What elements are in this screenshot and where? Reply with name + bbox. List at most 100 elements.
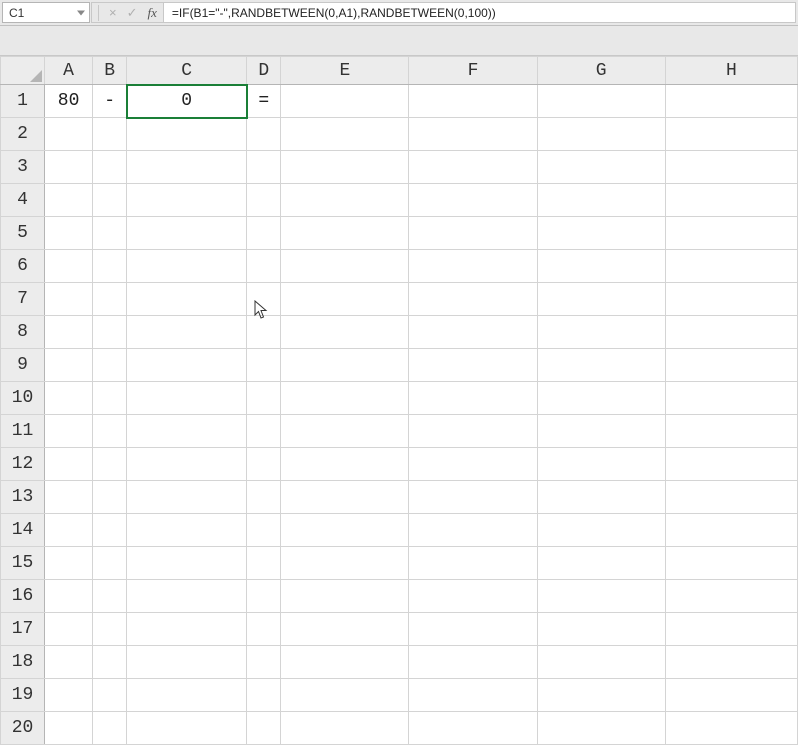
cell-G18[interactable] [537,646,665,679]
cell-G17[interactable] [537,613,665,646]
cell-F14[interactable] [409,514,537,547]
cell-H18[interactable] [665,646,797,679]
column-header-H[interactable]: H [665,57,797,85]
cell-G16[interactable] [537,580,665,613]
cell-E13[interactable] [281,481,409,514]
cell-A13[interactable] [45,481,93,514]
cell-H1[interactable] [665,85,797,118]
cell-B18[interactable] [93,646,127,679]
cell-B2[interactable] [93,118,127,151]
cell-H6[interactable] [665,250,797,283]
cell-G19[interactable] [537,679,665,712]
cell-A20[interactable] [45,712,93,745]
cell-E14[interactable] [281,514,409,547]
cell-E17[interactable] [281,613,409,646]
cell-H16[interactable] [665,580,797,613]
cell-B7[interactable] [93,283,127,316]
column-header-C[interactable]: C [127,57,247,85]
cell-B20[interactable] [93,712,127,745]
cell-G8[interactable] [537,316,665,349]
cell-C6[interactable] [127,250,247,283]
column-header-F[interactable]: F [409,57,537,85]
cell-D16[interactable] [247,580,281,613]
row-header-15[interactable]: 15 [1,547,45,580]
cell-F7[interactable] [409,283,537,316]
cell-G14[interactable] [537,514,665,547]
name-box[interactable]: C1 [2,2,90,23]
cell-H10[interactable] [665,382,797,415]
cell-H20[interactable] [665,712,797,745]
cell-C11[interactable] [127,415,247,448]
select-all-corner[interactable] [1,57,45,85]
cell-H12[interactable] [665,448,797,481]
row-header-16[interactable]: 16 [1,580,45,613]
cell-D19[interactable] [247,679,281,712]
cell-C5[interactable] [127,217,247,250]
cell-D10[interactable] [247,382,281,415]
cell-A8[interactable] [45,316,93,349]
cell-E6[interactable] [281,250,409,283]
cell-E16[interactable] [281,580,409,613]
cell-C3[interactable] [127,151,247,184]
cell-E18[interactable] [281,646,409,679]
cell-E1[interactable] [281,85,409,118]
cell-H8[interactable] [665,316,797,349]
cell-F13[interactable] [409,481,537,514]
cell-H14[interactable] [665,514,797,547]
cell-G4[interactable] [537,184,665,217]
cell-C13[interactable] [127,481,247,514]
cell-B12[interactable] [93,448,127,481]
cell-A4[interactable] [45,184,93,217]
cell-B16[interactable] [93,580,127,613]
cell-F5[interactable] [409,217,537,250]
cell-C19[interactable] [127,679,247,712]
cell-C8[interactable] [127,316,247,349]
cell-D4[interactable] [247,184,281,217]
cell-B4[interactable] [93,184,127,217]
cell-B5[interactable] [93,217,127,250]
row-header-7[interactable]: 7 [1,283,45,316]
cell-F9[interactable] [409,349,537,382]
cell-G1[interactable] [537,85,665,118]
cell-G2[interactable] [537,118,665,151]
row-header-1[interactable]: 1 [1,85,45,118]
cell-C4[interactable] [127,184,247,217]
cell-D5[interactable] [247,217,281,250]
cell-C15[interactable] [127,547,247,580]
cell-H5[interactable] [665,217,797,250]
cell-B1[interactable]: - [93,85,127,118]
row-header-3[interactable]: 3 [1,151,45,184]
cell-B8[interactable] [93,316,127,349]
column-header-G[interactable]: G [537,57,665,85]
cell-F11[interactable] [409,415,537,448]
cell-B6[interactable] [93,250,127,283]
cell-H4[interactable] [665,184,797,217]
cell-F4[interactable] [409,184,537,217]
cell-F6[interactable] [409,250,537,283]
cell-G6[interactable] [537,250,665,283]
chevron-down-icon[interactable] [77,10,85,15]
cell-F16[interactable] [409,580,537,613]
cell-D1[interactable]: = [247,85,281,118]
cell-B11[interactable] [93,415,127,448]
cell-G20[interactable] [537,712,665,745]
cell-D15[interactable] [247,547,281,580]
cell-A6[interactable] [45,250,93,283]
column-header-A[interactable]: A [45,57,93,85]
row-header-8[interactable]: 8 [1,316,45,349]
row-header-18[interactable]: 18 [1,646,45,679]
cell-A9[interactable] [45,349,93,382]
cell-B15[interactable] [93,547,127,580]
cell-H11[interactable] [665,415,797,448]
row-header-14[interactable]: 14 [1,514,45,547]
cell-C20[interactable] [127,712,247,745]
cell-E19[interactable] [281,679,409,712]
cell-H2[interactable] [665,118,797,151]
cell-A19[interactable] [45,679,93,712]
row-header-17[interactable]: 17 [1,613,45,646]
row-header-6[interactable]: 6 [1,250,45,283]
cell-E11[interactable] [281,415,409,448]
cell-C16[interactable] [127,580,247,613]
row-header-9[interactable]: 9 [1,349,45,382]
cell-D8[interactable] [247,316,281,349]
